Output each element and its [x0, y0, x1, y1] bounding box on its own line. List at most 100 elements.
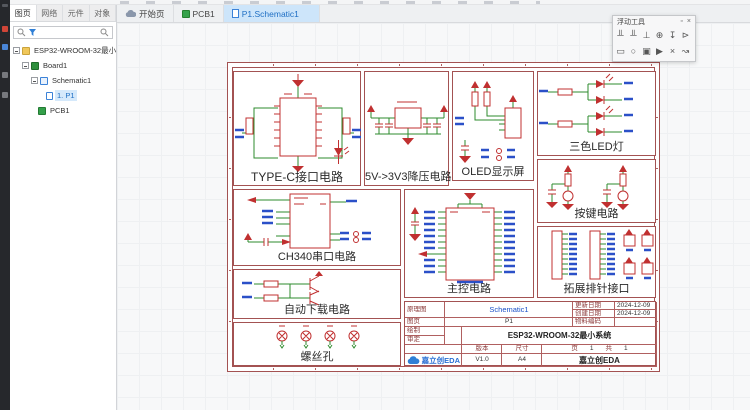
strip-gray-icon [2, 92, 8, 98]
block-label-buck[interactable]: 5V->3V3降压电路 [365, 171, 452, 184]
block-ch340[interactable]: CH340串口电路 [233, 189, 401, 266]
floating-tools-panel[interactable]: 浮动工具 ▫ × ╨ ╨ ⊥ ⊕ ↧ ⊳ ▭ ○ ▣ ▶ × ↝ [612, 15, 696, 62]
sidebar-tab-sheets[interactable]: 图页 [10, 5, 37, 21]
toolbar-icons-cut [120, 1, 540, 4]
page-icon [46, 91, 53, 100]
titleblock-schematic-label: 原理图 [405, 302, 445, 318]
sheet-ruler-top [232, 64, 655, 66]
block-keys[interactable]: 按键电路 [537, 159, 656, 223]
buck-circuit-drawing [367, 101, 448, 145]
titleblock-updated-value[interactable]: 2024-12-09 [615, 302, 657, 310]
sidebar-search-box[interactable] [13, 26, 113, 39]
titleblock-created-value[interactable]: 2024-12-09 [615, 310, 657, 318]
floating-panel-titlebar[interactable]: 浮动工具 ▫ × [613, 16, 695, 27]
tree-item-board[interactable]: Board1 [10, 58, 116, 73]
tab-p1-schematic1[interactable]: P1.Schematic1 [223, 5, 320, 22]
strip-blue-icon [2, 44, 8, 50]
titleblock-material-label: 物料编码 [573, 318, 615, 327]
titleblock-sheetcount-cell: 页 1 共 1 [542, 345, 657, 354]
titleblock-version-value[interactable]: V1.0 [462, 354, 502, 367]
titleblock-company[interactable]: 嘉立创EDA [542, 354, 657, 367]
block-label-autodl[interactable]: 自动下载电路 [234, 304, 400, 317]
oled-circuit-drawing [455, 81, 522, 163]
jlc-cloud-logo-icon [407, 356, 420, 364]
tool-power-flag2-icon[interactable]: ╨ [627, 27, 640, 43]
tab-label: P1.Schematic1 [241, 8, 299, 19]
block-label-typec[interactable]: TYPE-C接口电路 [234, 171, 360, 184]
cloud-icon [125, 9, 136, 17]
strip-mark [2, 4, 8, 7]
block-screws[interactable]: 螺丝孔 [233, 322, 401, 366]
sheet-title-block[interactable]: 原理图 Schematic1 更新日期 2024-12-09 创建日期 2024… [404, 301, 656, 366]
block-autodl[interactable]: 自动下载电路 [233, 269, 401, 319]
tool-no-connect-icon[interactable]: × [666, 43, 679, 59]
tree-item-project[interactable]: ESP32-WROOM-32最小系统 [10, 43, 116, 58]
tool-ellipse-icon[interactable]: ○ [627, 43, 640, 59]
block-label-ch340[interactable]: CH340串口电路 [234, 251, 400, 264]
titleblock-empty-cell [405, 345, 462, 354]
collapse-icon[interactable] [31, 77, 38, 84]
left-edge-strip [0, 0, 10, 410]
block-label-rgb[interactable]: 三色LED灯 [538, 141, 655, 154]
block-label-mcu[interactable]: 主控电路 [405, 283, 533, 296]
block-label-oled[interactable]: OLED显示屏 [453, 166, 533, 179]
tool-net-frame-icon[interactable]: ▣ [640, 43, 653, 59]
tool-power-flag-icon[interactable]: ╨ [614, 27, 627, 43]
sidebar-tab-row: 图页 网络 元件 对象 [10, 5, 116, 22]
tool-probe-icon[interactable]: ▶ [653, 43, 666, 59]
titleblock-material-value[interactable] [615, 318, 657, 327]
autodl-circuit-drawing [242, 271, 323, 306]
dock-panel-icon[interactable]: ▫ [680, 17, 682, 26]
tab-start-page[interactable]: 开始页 [117, 5, 174, 22]
block-rgb-led[interactable]: 三色LED灯 [537, 71, 656, 156]
collapse-icon[interactable] [22, 62, 29, 69]
screws-drawing [276, 325, 360, 349]
sidebar-tab-nets[interactable]: 网络 [37, 5, 63, 21]
block-typec[interactable]: TYPE-C接口电路 [233, 71, 361, 186]
schematic-sheet[interactable]: TYPE-C接口电路 5V->3V3降压电路 OLED显示屏 三色LED灯 按键… [227, 62, 660, 372]
block-label-headers[interactable]: 拓展排针接口 [538, 283, 655, 296]
titleblock-sheet-label: 页 [571, 345, 578, 353]
tool-ground-icon[interactable]: ⊥ [640, 27, 653, 43]
tab-pcb1[interactable]: PCB1 [174, 5, 224, 22]
titleblock-total-label: 共 [605, 345, 613, 353]
titleblock-schematic-value[interactable]: Schematic1 [445, 302, 573, 318]
block-mcu[interactable]: 主控电路 [404, 189, 534, 298]
block-headers[interactable]: 拓展排针接口 [537, 226, 656, 298]
schematic-doc-icon [40, 76, 48, 85]
tool-ground-arrow-icon[interactable]: ↧ [666, 27, 679, 43]
titleblock-logo-cell: 嘉立创EDA [405, 354, 462, 367]
titleblock-size-value[interactable]: A4 [502, 354, 542, 367]
tool-global-net-icon[interactable]: ⊕ [653, 27, 666, 43]
schematic-canvas[interactable]: TYPE-C接口电路 5V->3V3降压电路 OLED显示屏 三色LED灯 按键… [117, 23, 750, 410]
schematic-doc-icon [231, 9, 239, 18]
tree-item-schematic[interactable]: Schematic1 [10, 73, 116, 88]
tool-free-wire-icon[interactable]: ↝ [679, 43, 692, 59]
block-oled[interactable]: OLED显示屏 [452, 71, 534, 181]
tree-item-page-p1[interactable]: 1. P1 [10, 88, 116, 103]
search-go-icon[interactable] [100, 28, 109, 37]
eda-application-window: { "left_sidebar": { "tabs": [ {"label": … [0, 0, 750, 410]
titleblock-audit-label: 审定 [405, 336, 445, 345]
pcb-name: PCB1 [50, 106, 70, 115]
collapse-icon[interactable] [13, 47, 20, 54]
tool-net-port-icon[interactable]: ⊳ [679, 27, 692, 43]
project-sidebar: 图页 网络 元件 对象 ESP32-WROOM-32最小系统 [10, 5, 117, 410]
close-panel-icon[interactable]: × [687, 17, 691, 26]
board-icon [31, 61, 39, 70]
project-name: ESP32-WROOM-32最小系统 [34, 46, 116, 55]
titleblock-drawn-label: 绘制 [405, 327, 445, 336]
block-label-keys[interactable]: 按键电路 [538, 208, 655, 221]
filter-funnel-icon[interactable] [28, 28, 37, 37]
block-label-screws[interactable]: 螺丝孔 [234, 351, 400, 364]
tool-net-label-icon[interactable]: ▭ [614, 43, 627, 59]
jlc-logo-text: 嘉立创EDA [421, 355, 460, 365]
search-icon [17, 28, 26, 37]
titleblock-page-value[interactable]: P1 [445, 318, 573, 327]
sidebar-tab-objects[interactable]: 对象 [90, 5, 116, 21]
titleblock-project-title[interactable]: ESP32-WROOM-32最小系统 [462, 327, 657, 345]
titleblock-sheet-value: 1 [589, 345, 594, 353]
sidebar-tab-components[interactable]: 元件 [63, 5, 90, 21]
block-buck[interactable]: 5V->3V3降压电路 [364, 71, 452, 186]
tree-item-pcb[interactable]: PCB1 [10, 103, 116, 118]
